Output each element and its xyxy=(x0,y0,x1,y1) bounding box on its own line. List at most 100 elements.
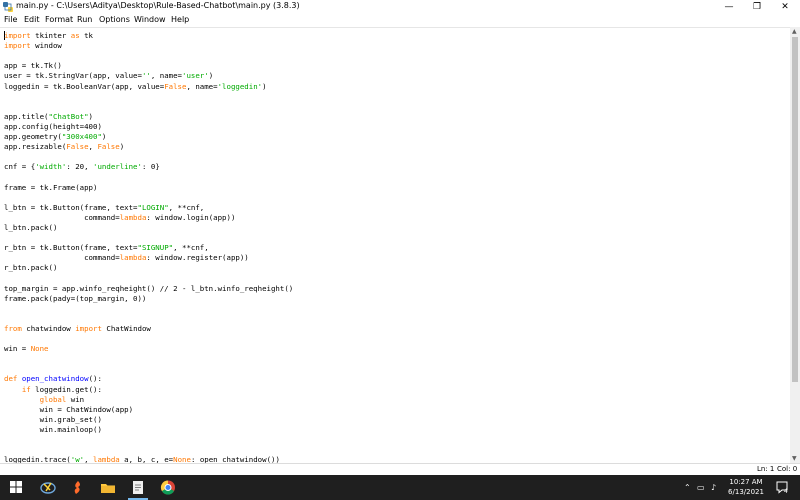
code-token: frame.pack(pady=(top_margin, 0)) xyxy=(4,293,147,303)
code-token: ) xyxy=(101,132,107,141)
code-line[interactable]: win.grab_set() xyxy=(4,415,102,425)
menu-help[interactable]: Help xyxy=(171,15,189,24)
volume-icon[interactable]: ♪ xyxy=(711,483,716,492)
code-token: False xyxy=(164,81,187,91)
code-line[interactable]: win = ChatWindow(app) xyxy=(4,405,133,415)
idle-python-icon[interactable] xyxy=(38,478,58,497)
code-token: , **cnf, xyxy=(173,243,209,253)
code-token: win = xyxy=(4,344,31,354)
chevron-up-icon[interactable]: ⌃ xyxy=(684,483,691,492)
python-idle-icon xyxy=(3,2,13,12)
code-token: : 20, xyxy=(66,162,94,172)
taskbar: ⌃ ▭ ♪ 10:27 AM 6/13/2021 4 xyxy=(0,475,800,500)
code-token: cnf = { xyxy=(4,162,36,172)
code-line[interactable]: import window xyxy=(4,41,62,51)
code-token: tk xyxy=(79,31,94,40)
code-line[interactable]: if loggedin.get(): xyxy=(4,385,102,395)
code-token: app.title( xyxy=(4,111,49,121)
code-line[interactable]: global win xyxy=(4,394,85,405)
scroll-up-icon[interactable]: ▲ xyxy=(792,28,797,35)
code-line[interactable]: app.config(height=400) xyxy=(4,122,102,132)
code-token: "LOGIN" xyxy=(137,202,169,212)
code-token: ) xyxy=(88,111,93,121)
code-token: top_margin = app.winfo_reqheight() // 2 … xyxy=(4,283,294,293)
firefox-icon[interactable] xyxy=(68,478,88,497)
code-token: 'user' xyxy=(182,71,209,81)
code-editor[interactable]: import tkinter as tk import window app = t… xyxy=(0,27,790,464)
code-line[interactable]: frame = tk.Frame(app) xyxy=(4,183,97,193)
code-token: '' xyxy=(141,71,151,81)
window-title: main.py - C:\Users\Aditya\Desktop\Rule-B… xyxy=(16,1,300,10)
code-line[interactable]: cnf = {'width': 20, 'underline': 0} xyxy=(4,162,160,172)
code-token: , name= xyxy=(150,71,182,81)
code-line[interactable]: user = tk.StringVar(app, value='', name=… xyxy=(4,71,213,81)
menu-options[interactable]: Options xyxy=(99,15,130,24)
code-line[interactable]: frame.pack(pady=(top_margin, 0)) xyxy=(4,294,146,304)
scroll-thumb[interactable] xyxy=(792,37,798,382)
code-line[interactable]: r_btn.pack() xyxy=(4,263,57,273)
code-token: l_btn = tk.Button(frame, text= xyxy=(4,202,138,212)
code-token: global xyxy=(39,394,67,404)
code-token: win.grab_set() xyxy=(4,414,102,424)
notepad-icon[interactable] xyxy=(128,478,148,497)
code-token: "300x400" xyxy=(61,132,102,141)
code-token: win.mainloop() xyxy=(4,424,102,434)
menu-edit[interactable]: Edit xyxy=(24,15,40,24)
minimize-button[interactable]: — xyxy=(715,0,743,14)
code-line[interactable]: top_margin = app.winfo_reqheight() // 2 … xyxy=(4,284,293,294)
code-line[interactable]: def open_chatwindow(): xyxy=(4,374,102,384)
code-line[interactable]: l_btn.pack() xyxy=(4,223,57,233)
scroll-down-icon[interactable]: ▼ xyxy=(792,455,797,462)
code-token: def xyxy=(4,374,18,384)
code-line[interactable]: import tkinter as tk xyxy=(4,31,93,41)
network-icon[interactable]: ▭ xyxy=(697,483,705,492)
code-line[interactable]: win = None xyxy=(4,344,49,354)
close-button[interactable]: ✕ xyxy=(771,0,799,14)
menu-file[interactable]: File xyxy=(4,15,17,24)
menu-format[interactable]: Format xyxy=(45,15,73,24)
code-token: , **cnf, xyxy=(168,202,205,212)
menu-window[interactable]: Window xyxy=(134,15,166,24)
code-token: 'underline' xyxy=(93,162,142,172)
menu-run[interactable]: Run xyxy=(77,15,92,24)
code-token: chatwindow xyxy=(21,323,76,333)
code-token: 'loggedin' xyxy=(217,81,263,91)
code-token: command= xyxy=(4,253,120,263)
code-line[interactable]: app.resizable(False, False) xyxy=(4,142,124,152)
code-token: (): xyxy=(88,374,102,384)
clock-time[interactable]: 10:27 AM xyxy=(724,478,768,486)
code-token: from xyxy=(4,323,22,333)
code-line[interactable]: r_btn = tk.Button(frame, text="SIGNUP", … xyxy=(4,243,209,253)
code-token: frame = tk.Frame(app) xyxy=(4,182,98,192)
code-line[interactable]: l_btn = tk.Button(frame, text="LOGIN", *… xyxy=(4,203,204,213)
windows-start-icon[interactable] xyxy=(6,478,26,497)
code-token: if xyxy=(21,384,31,394)
code-line[interactable]: app = tk.Tk() xyxy=(4,61,62,71)
code-token: False xyxy=(97,142,120,152)
code-token: False xyxy=(66,142,89,152)
code-token: import xyxy=(4,41,31,51)
code-line[interactable]: command=lambda: window.register(app)) xyxy=(4,253,249,263)
chrome-icon[interactable] xyxy=(158,478,178,497)
code-line[interactable]: win.mainloop() xyxy=(4,425,102,435)
maximize-button[interactable]: ❐ xyxy=(743,0,771,14)
clock-date[interactable]: 6/13/2021 xyxy=(724,488,768,496)
code-line[interactable]: app.geometry("300x400") xyxy=(4,132,106,142)
code-token: r_btn = tk.Button(frame, text= xyxy=(4,243,138,253)
code-token: 'width' xyxy=(35,162,67,172)
code-token: app = tk.Tk() xyxy=(4,61,62,71)
code-token: import xyxy=(4,31,31,40)
file-explorer-icon[interactable] xyxy=(98,478,118,497)
code-line[interactable]: app.title("ChatBot") xyxy=(4,112,93,122)
code-line[interactable]: from chatwindow import ChatWindow xyxy=(4,324,151,334)
code-token: as xyxy=(70,31,80,40)
status-column: Col: 0 xyxy=(777,465,798,473)
code-line[interactable]: command=lambda: window.login(app)) xyxy=(4,213,235,223)
code-line[interactable]: loggedin = tk.BooleanVar(app, value=Fals… xyxy=(4,82,267,92)
code-token: None xyxy=(30,344,49,354)
vertical-scrollbar[interactable]: ▲ ▼ xyxy=(790,27,800,463)
title-bar: main.py - C:\Users\Aditya\Desktop\Rule-B… xyxy=(0,0,800,14)
code-token: import xyxy=(75,323,102,333)
code-token: : window.register(app)) xyxy=(146,253,249,263)
